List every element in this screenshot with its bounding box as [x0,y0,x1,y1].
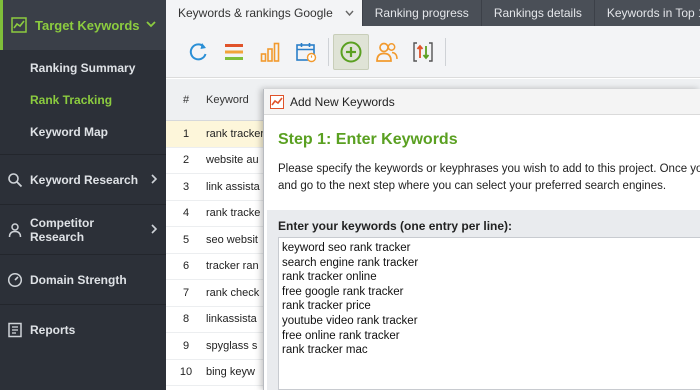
keyword-line: search engine rank tracker [282,256,419,269]
users-icon [376,42,398,62]
row-number: 1 [182,127,190,140]
sidebar-competitor-research[interactable]: Competitor Research [0,204,166,254]
row-number: 4 [182,207,190,220]
row-keyword: tracker ran [206,260,259,273]
add-keywords-dialog: Add New Keywords Step 1: Enter Keywords … [263,89,700,390]
competitors-button[interactable] [369,34,405,70]
rankings-list-button[interactable] [216,34,252,70]
row-keyword: link assista [206,180,260,193]
tab-keywords-rankings[interactable]: Keywords & rankings Google [166,0,363,26]
sidebar-reports-label: Reports [30,322,76,337]
list-icon [225,43,243,60]
row-number: 6 [182,260,190,273]
sidebar-target-keywords-label: Target Keywords [35,17,140,33]
sidebar-item-ranking-summary[interactable]: Ranking Summary [0,52,166,84]
add-keywords-button[interactable] [333,33,369,70]
row-keyword: spyglass s [206,339,258,352]
chevron-down-icon [146,19,166,31]
row-number: 5 [182,233,190,246]
keyword-line: rank tracker price [282,300,371,313]
row-number: 9 [182,339,190,352]
refresh-icon [189,42,207,60]
sidebar-item-rank-tracking[interactable]: Rank Tracking [0,84,166,116]
plus-circle-icon [340,41,362,62]
tab-keywords-top10[interactable]: Keywords in Top 10 [595,0,700,26]
calendar-icon [296,42,317,62]
row-keyword: rank tracke [206,207,261,220]
chart-line-icon [11,17,27,33]
keyword-line: rank tracker mac [282,344,368,357]
row-keyword: linkassista [206,313,257,326]
keyword-line: keyword seo rank tracker [282,242,411,254]
sidebar-domain-strength[interactable]: Domain Strength [0,254,166,304]
toolbar [166,26,700,78]
sidebar-item-keyword-map[interactable]: Keyword Map [0,116,166,148]
toolbar-divider [328,37,329,66]
refresh-button[interactable] [180,34,216,70]
chevron-right-icon [150,173,166,187]
chevron-right-icon [150,223,166,237]
schedule-button[interactable] [288,34,324,70]
row-number: 7 [182,286,190,299]
chevron-down-icon[interactable] [345,8,354,18]
sidebar-domain-strength-label: Domain Strength [30,272,127,287]
keywords-input-label: Enter your keywords (one entry per line)… [278,219,513,233]
sidebar: Target Keywords Ranking Summary Rank Tra… [0,0,166,390]
tab-keywords-rankings-label: Keywords & rankings Google [178,6,333,20]
row-keyword: rank tracker [206,127,265,140]
row-keyword: bing keyw [206,366,255,379]
row-number: 3 [182,180,190,193]
tab-bar: Keywords & rankings Google Ranking progr… [166,0,700,26]
gauge-icon [7,272,23,287]
row-number: 10 [179,366,193,379]
keywords-input-panel: Enter your keywords (one entry per line)… [267,210,700,390]
sidebar-competitor-research-label: Competitor Research [30,215,94,244]
row-keyword: website au [206,154,259,167]
app-logo-icon [270,94,284,109]
column-header-number[interactable]: # [166,94,206,106]
dialog-titlebar[interactable]: Add New Keywords [264,89,700,115]
sort-button[interactable] [405,34,441,70]
sidebar-reports[interactable]: Reports [0,304,166,354]
keyword-line: free online rank tracker [282,329,400,342]
step-description: Please specify the keywords or keyphrase… [264,149,700,195]
row-number: 2 [182,154,190,167]
keyword-line: rank tracker online [282,271,377,284]
row-keyword: rank check [206,286,260,299]
dialog-title: Add New Keywords [290,94,395,109]
sidebar-keyword-research[interactable]: Keyword Research [0,154,166,204]
search-icon [8,172,23,187]
user-icon [8,222,22,237]
reports-icon [8,322,22,337]
sidebar-subitems: Ranking Summary Rank Tracking Keyword Ma… [0,50,166,154]
step-description-line: Please specify the keywords or keyphrase… [278,163,700,175]
keywords-textarea[interactable]: keyword seo rank tracker search engine ra… [278,237,700,390]
bar-chart-icon [260,42,280,62]
sidebar-target-keywords[interactable]: Target Keywords [0,0,166,50]
tab-rankings-details[interactable]: Rankings details [482,0,595,26]
tab-ranking-progress[interactable]: Ranking progress [363,0,482,26]
keyword-line: free google rank tracker [282,285,404,298]
row-number: 8 [182,313,190,326]
keyword-line: youtube video rank tracker [282,314,418,327]
step-description-line: and go to the next step where you can se… [278,180,667,192]
step-heading: Step 1: Enter Keywords [278,131,458,148]
row-keyword: seo websit [206,233,258,246]
sidebar-keyword-research-label: Keyword Research [30,172,139,187]
bar-chart-button[interactable] [252,34,288,70]
toolbar-divider [445,37,446,66]
sort-arrows-icon [413,41,433,62]
